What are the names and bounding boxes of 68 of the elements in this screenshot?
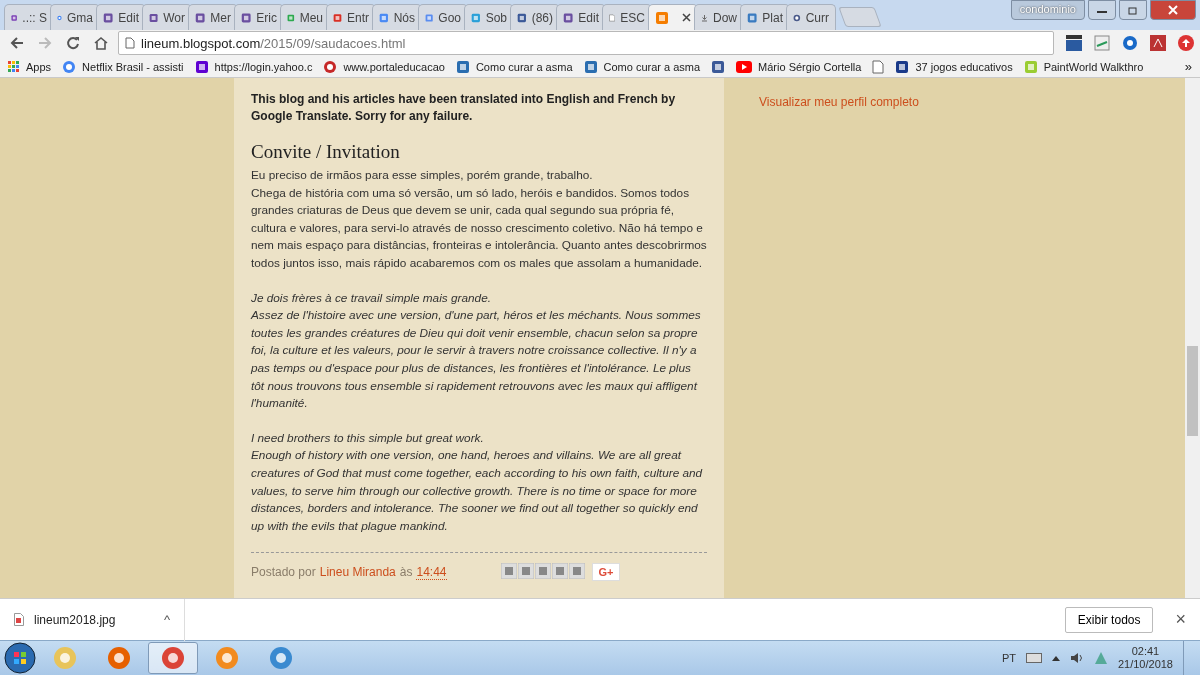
app-icon: [161, 646, 185, 670]
translation-notice: This blog and his articles have been translated into English and French by Google Translate. Sorry for any failure.: [251, 91, 677, 125]
back-icon[interactable]: [10, 36, 24, 50]
app-icon: [53, 646, 77, 670]
keyboard-icon[interactable]: [1025, 653, 1042, 663]
forward-icon[interactable]: [38, 36, 52, 50]
bookmark[interactable]: Netflix Brasil - assisti: [62, 59, 184, 74]
language-indicator[interactable]: PT: [1001, 652, 1016, 664]
upload-icon[interactable]: [1178, 35, 1194, 51]
browser-tab[interactable]: Curr: [786, 4, 836, 30]
bookmark[interactable]: Como curar a asma: [583, 59, 701, 74]
bookmark[interactable]: [872, 59, 885, 74]
square-icon: [1023, 59, 1038, 74]
taskbar-app[interactable]: [148, 642, 198, 674]
start-button[interactable]: [4, 642, 36, 674]
bookmark[interactable]: PaintWorld Walkthro: [1023, 59, 1144, 74]
app-icon: [215, 646, 239, 670]
clock-date[interactable]: 21/10/2018: [1117, 658, 1173, 671]
blogger-share-icon[interactable]: [517, 563, 534, 580]
close-button[interactable]: ×: [1175, 609, 1186, 630]
play-icon: [736, 60, 753, 73]
bookmark[interactable]: Apps: [8, 60, 52, 73]
clock-time[interactable]: 02:41: [1131, 645, 1160, 658]
reload-icon[interactable]: [66, 36, 80, 50]
bookmark[interactable]: Como curar a asma: [455, 59, 573, 74]
time-link[interactable]: 14:44: [416, 564, 447, 580]
close-icon: [1168, 5, 1178, 15]
page-icon: [872, 59, 885, 74]
bookmark[interactable]: Mário Sérgio Cortella: [736, 60, 862, 73]
scrollbar[interactable]: [1185, 78, 1200, 598]
at-label: às: [399, 565, 413, 580]
image-file-icon: [14, 613, 24, 626]
close-icon[interactable]: [682, 13, 691, 22]
page-icon: [125, 37, 135, 49]
posted-by-label: Postado por: [251, 565, 316, 580]
bookmark[interactable]: 37 jogos educativos: [895, 59, 1013, 74]
download-file-name[interactable]: lineum2018.jpg: [34, 612, 116, 627]
restore-icon: [1128, 5, 1138, 15]
post-paragraph: Je dois frères à ce travail simple mais grande. Assez de l'histoire avec une version, d'une part, héros et les méchants. Nous sommes toutes les grandes créatures de Dieu qui doit venir ensemble, chacun selon sa propre foi, la culture et les valeurs, pour le servir à travers notre croissance collective. Il n'y a pas temps ou d'espace pour plus de distances, les frontières et l'intolérance. Le plus tôt nous trouvons tous ensemble si rapidement retrouvons avec les maux qui affligent l'humanité.: [251, 289, 702, 413]
address-bar[interactable]: lineum.blogspot.com/2015/09/saudacoes.html: [118, 31, 1054, 55]
download-menu-button[interactable]: ^: [163, 612, 170, 627]
chart-icon[interactable]: [1094, 35, 1110, 51]
circle-icon: [323, 59, 338, 74]
show-all-button[interactable]: Exibir todos: [1064, 606, 1154, 633]
bookmark[interactable]: https://login.yahoo.c: [194, 59, 313, 74]
post-paragraph: Eu preciso de irmãos para esse simples, porém grande, trabalho. Chega de história com uma só versão, um só lado, heróis e bandidos. Somos todos grandes criaturas de Deus que devem se unir, cada qual segundo sua própria fé, cultura e valores, para servi-lo através de nosso crescimento coletivo. Não há tempo e nem mais espaço para distâncias, fronteiras e intolerância. Quanto antes descobrirmos todos juntos isso, mais rápido acabaremos com os males que assolam a humanidade.: [251, 167, 707, 272]
app-icon: [269, 646, 293, 670]
minimize-button[interactable]: [1088, 0, 1116, 20]
google-plus-button[interactable]: G+: [591, 563, 621, 582]
home-icon[interactable]: [94, 36, 108, 50]
show-hidden-icon[interactable]: [1051, 655, 1060, 661]
email-share-icon[interactable]: [500, 563, 517, 580]
network-icon[interactable]: [1093, 651, 1108, 665]
clapperboard-icon[interactable]: [1066, 35, 1082, 51]
post-title: Convite / Invitation: [251, 141, 401, 163]
facebook-share-icon[interactable]: [551, 563, 568, 580]
author-link[interactable]: Lineu Miranda: [319, 565, 396, 580]
bookmark[interactable]: www.portaleducacao: [323, 59, 445, 74]
blogger-icon: [655, 10, 669, 25]
pdf-icon[interactable]: [1150, 35, 1166, 51]
app-icon: [107, 646, 131, 670]
pinterest-share-icon[interactable]: [568, 563, 585, 580]
more-bookmarks-button[interactable]: »: [1184, 59, 1192, 74]
twitter-share-icon[interactable]: [534, 563, 551, 580]
close-button[interactable]: [1150, 0, 1196, 20]
post-paragraph: I need brothers to this simple but great work. Enough of history with one version, one hand, heroes and villains. We are all great creatures of God that must come together, each according to his own faith, culture and values, to serve him through our collective growth. There is no time or space for more distances, borders and intolerance. The sooner we find out all together so quickly end up with the evils that plague mankind.: [251, 429, 704, 535]
speaker-icon[interactable]: [1069, 652, 1084, 664]
apps-grid-icon: [8, 60, 20, 73]
